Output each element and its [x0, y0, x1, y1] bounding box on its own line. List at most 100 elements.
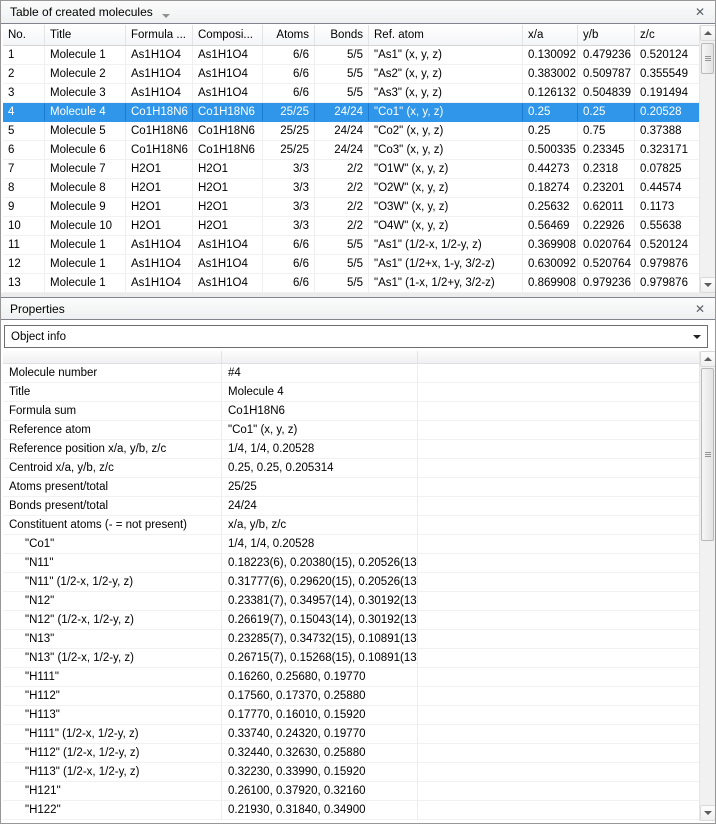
property-row[interactable]: "H112" (1/2-x, 1/2-y, z)0.32440, 0.32630…: [3, 744, 699, 763]
property-value: x/a, y/b, z/c: [222, 516, 418, 534]
molecule-row-13[interactable]: 13Molecule 1As1H1O4As1H1O46/65/5"As1" (1…: [3, 274, 699, 293]
molecules-table: 1Molecule 1As1H1O4As1H1O46/65/5"As1" (x,…: [3, 46, 699, 293]
cell-atoms: 25/25: [263, 103, 315, 121]
molecule-row-2[interactable]: 2Molecule 2As1H1O4As1H1O46/65/5"As2" (x,…: [3, 65, 699, 84]
cell-xa: 0.869908: [523, 274, 578, 292]
arrow-down-icon: [704, 811, 712, 815]
cell-xa: 0.18274: [523, 179, 578, 197]
property-row[interactable]: "N11"0.18223(6), 0.20380(15), 0.20526(13…: [3, 554, 699, 573]
property-extra: [418, 668, 699, 686]
close-icon[interactable]: ✕: [692, 301, 708, 317]
property-label: "N13": [3, 630, 222, 648]
column-header-zc[interactable]: z/c: [635, 25, 699, 45]
column-header-ref-atom[interactable]: Ref. atom: [369, 25, 523, 45]
cell-yb: 0.25: [578, 103, 635, 121]
chevron-down-icon[interactable]: [162, 14, 170, 18]
property-extra: [418, 459, 699, 477]
molecules-vertical-scrollbar[interactable]: [699, 25, 715, 293]
molecule-row-11[interactable]: 11Molecule 1As1H1O4As1H1O46/65/5"As1" (1…: [3, 236, 699, 255]
molecule-row-12[interactable]: 12Molecule 1As1H1O4As1H1O46/65/5"As1" (1…: [3, 255, 699, 274]
cell-formula: As1H1O4: [126, 65, 193, 83]
property-extra: [418, 782, 699, 800]
cell-ref-atom: "As1" (1/2-x, 1/2-y, z): [369, 236, 523, 254]
cell-formula: H2O1: [126, 198, 193, 216]
molecule-row-8[interactable]: 8Molecule 8H2O1H2O13/32/2"O2W" (x, y, z)…: [3, 179, 699, 198]
cell-atoms: 6/6: [263, 46, 315, 64]
property-value: 0.21930, 0.31840, 0.34900: [222, 801, 418, 819]
properties-vertical-scrollbar[interactable]: [699, 351, 715, 821]
property-label: Atoms present/total: [3, 478, 222, 496]
property-row[interactable]: Constituent atoms (- = not present)x/a, …: [3, 516, 699, 535]
property-row[interactable]: "H121"0.26100, 0.37920, 0.32160: [3, 782, 699, 801]
property-row[interactable]: "N12" (1/2-x, 1/2-y, z)0.26619(7), 0.150…: [3, 611, 699, 630]
column-header-composition[interactable]: Composi...: [193, 25, 263, 45]
property-row[interactable]: "N13"0.23285(7), 0.34732(15), 0.10891(13…: [3, 630, 699, 649]
cell-ref-atom: "As1" (1/2+x, 1-y, 3/2-z): [369, 255, 523, 273]
property-row[interactable]: TitleMolecule 4: [3, 383, 699, 402]
property-row[interactable]: "H111"0.16260, 0.25680, 0.19770: [3, 668, 699, 687]
molecule-row-9[interactable]: 9Molecule 9H2O1H2O13/32/2"O3W" (x, y, z)…: [3, 198, 699, 217]
cell-bonds: 2/2: [315, 217, 369, 235]
column-header-no[interactable]: No.: [3, 25, 45, 45]
molecule-row-4[interactable]: 4Molecule 4Co1H18N6Co1H18N625/2524/24"Co…: [3, 103, 699, 122]
column-header-bonds[interactable]: Bonds: [315, 25, 369, 45]
cell-bonds: 24/24: [315, 103, 369, 121]
property-row[interactable]: "Co1"1/4, 1/4, 0.20528: [3, 535, 699, 554]
scrollbar-thumb[interactable]: [701, 368, 714, 541]
property-row[interactable]: Atoms present/total25/25: [3, 478, 699, 497]
property-row[interactable]: Centroid x/a, y/b, z/c0.25, 0.25, 0.2053…: [3, 459, 699, 478]
molecule-row-7[interactable]: 7Molecule 7H2O1H2O13/32/2"O1W" (x, y, z)…: [3, 160, 699, 179]
property-value: 0.26619(7), 0.15043(14), 0.30192(13): [222, 611, 418, 629]
scroll-up-button[interactable]: [700, 351, 716, 367]
property-label: "H111": [3, 668, 222, 686]
property-value: 0.18223(6), 0.20380(15), 0.20526(13): [222, 554, 418, 572]
dropdown-arrow-icon: [693, 335, 701, 339]
molecule-row-1[interactable]: 1Molecule 1As1H1O4As1H1O46/65/5"As1" (x,…: [3, 46, 699, 65]
property-row[interactable]: Bonds present/total24/24: [3, 497, 699, 516]
scrollbar-thumb[interactable]: [701, 43, 714, 74]
cell-composition: H2O1: [193, 160, 263, 178]
cell-zc: 0.355549: [635, 65, 699, 83]
cell-no: 4: [3, 103, 45, 121]
property-value: 0.16260, 0.25680, 0.19770: [222, 668, 418, 686]
property-row[interactable]: "N12"0.23381(7), 0.34957(14), 0.30192(13…: [3, 592, 699, 611]
cell-atoms: 3/3: [263, 160, 315, 178]
cell-title: Molecule 1: [45, 274, 126, 292]
property-row[interactable]: Reference position x/a, y/b, z/c1/4, 1/4…: [3, 440, 699, 459]
property-row[interactable]: "N13" (1/2-x, 1/2-y, z)0.26715(7), 0.152…: [3, 649, 699, 668]
cell-formula: As1H1O4: [126, 46, 193, 64]
column-header-yb[interactable]: y/b: [578, 25, 635, 45]
close-icon[interactable]: ✕: [692, 4, 708, 20]
property-row[interactable]: "H112"0.17560, 0.17370, 0.25880: [3, 687, 699, 706]
molecule-row-3[interactable]: 3Molecule 3As1H1O4As1H1O46/65/5"As3" (x,…: [3, 84, 699, 103]
property-row[interactable]: "H122"0.21930, 0.31840, 0.34900: [3, 801, 699, 820]
property-row[interactable]: "H113" (1/2-x, 1/2-y, z)0.32230, 0.33990…: [3, 763, 699, 782]
cell-zc: 0.323171: [635, 141, 699, 159]
cell-composition: H2O1: [193, 217, 263, 235]
cell-no: 5: [3, 122, 45, 140]
molecule-row-10[interactable]: 10Molecule 10H2O1H2O13/32/2"O4W" (x, y, …: [3, 217, 699, 236]
property-label: "H113": [3, 706, 222, 724]
property-row[interactable]: Reference atom"Co1" (x, y, z): [3, 421, 699, 440]
property-row[interactable]: "N11" (1/2-x, 1/2-y, z)0.31777(6), 0.296…: [3, 573, 699, 592]
cell-no: 2: [3, 65, 45, 83]
column-header-formula[interactable]: Formula ...: [126, 25, 193, 45]
property-row[interactable]: Formula sumCo1H18N6: [3, 402, 699, 421]
property-row[interactable]: "H113"0.17770, 0.16010, 0.15920: [3, 706, 699, 725]
column-header-atoms[interactable]: Atoms: [263, 25, 315, 45]
cell-no: 11: [3, 236, 45, 254]
column-header-xa[interactable]: x/a: [523, 25, 578, 45]
property-row[interactable]: Molecule number#4: [3, 364, 699, 383]
molecule-row-5[interactable]: 5Molecule 5Co1H18N6Co1H18N625/2524/24"Co…: [3, 122, 699, 141]
property-extra: [418, 364, 699, 382]
column-header-title[interactable]: Title: [45, 25, 126, 45]
property-extra: [418, 535, 699, 553]
scroll-down-button[interactable]: [700, 277, 716, 293]
property-value: 0.32440, 0.32630, 0.25880: [222, 744, 418, 762]
object-info-dropdown[interactable]: Object info: [4, 325, 708, 348]
scroll-down-button[interactable]: [700, 805, 716, 821]
scroll-up-button[interactable]: [700, 25, 716, 41]
molecule-row-6[interactable]: 6Molecule 6Co1H18N6Co1H18N625/2524/24"Co…: [3, 141, 699, 160]
property-row[interactable]: "H111" (1/2-x, 1/2-y, z)0.33740, 0.24320…: [3, 725, 699, 744]
cell-bonds: 5/5: [315, 255, 369, 273]
